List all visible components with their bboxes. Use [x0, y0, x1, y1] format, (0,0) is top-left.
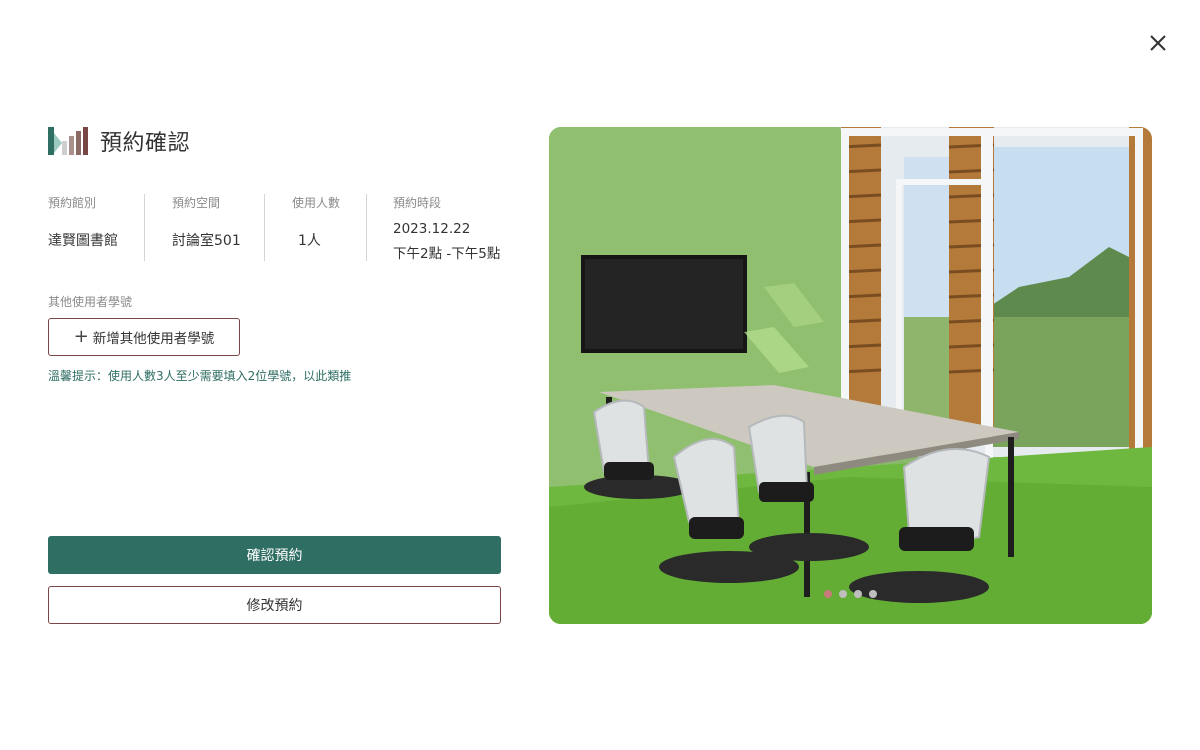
time-label: 預約時段 [393, 196, 442, 210]
space-label: 預約空間 [172, 196, 221, 210]
carousel-dot-3[interactable] [854, 590, 862, 598]
carousel-dot-2[interactable] [839, 590, 847, 598]
people-value: 1人 [298, 233, 321, 249]
space-value: 討論室501 [172, 233, 241, 249]
room-photo [549, 127, 1152, 624]
people-label: 使用人數 [292, 196, 341, 210]
carousel-indicators [549, 590, 1152, 598]
divider [144, 194, 145, 261]
modify-booking-button[interactable]: 修改預約 [48, 586, 501, 624]
library-label: 預約館別 [48, 196, 97, 210]
add-other-user-label: 新增其他使用者學號 [92, 331, 215, 347]
close-button[interactable] [1146, 31, 1170, 55]
divider [264, 194, 265, 261]
divider [366, 194, 367, 261]
time-value: 下午2點 -下午5點 [393, 246, 501, 262]
other-users-label: 其他使用者學號 [48, 295, 133, 309]
date-value: 2023.12.22 [393, 221, 471, 237]
confirm-booking-button[interactable]: 確認預約 [48, 536, 501, 574]
carousel-dot-4[interactable] [869, 590, 877, 598]
add-other-user-button[interactable]: + 新增其他使用者學號 [48, 318, 240, 356]
page-title: 預約確認 [100, 131, 191, 156]
library-value: 達賢圖書館 [48, 233, 118, 249]
plus-icon: + [73, 326, 89, 347]
hint-text: 溫馨提示：使用人數3人至少需要填入2位學號，以此類推 [48, 369, 352, 383]
room-photo-carousel[interactable] [549, 127, 1152, 624]
panel-header: 預約確認 [48, 127, 501, 156]
library-logo-icon [48, 127, 88, 155]
carousel-dot-1[interactable] [824, 590, 832, 598]
booking-info-row: 預約館別 達賢圖書館 預約空間 討論室501 使用人數 1人 預約時段 2023… [48, 194, 501, 262]
close-icon [1150, 35, 1166, 51]
booking-summary-panel: 預約確認 預約館別 達賢圖書館 預約空間 討論室501 使用人數 1人 預約時段… [48, 127, 501, 624]
